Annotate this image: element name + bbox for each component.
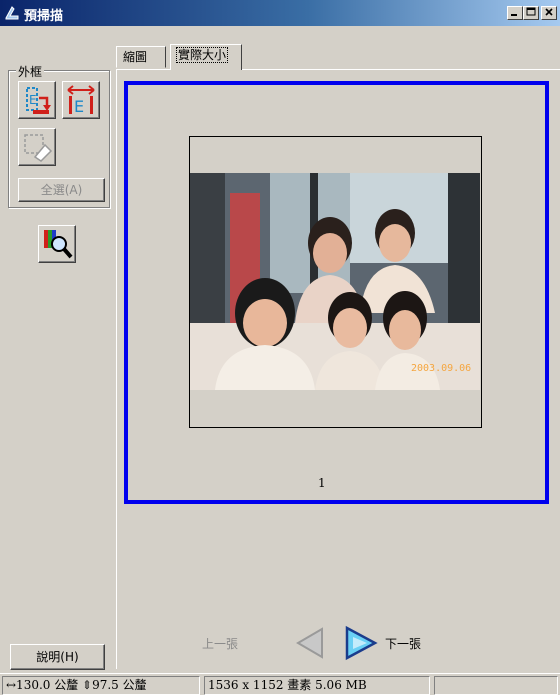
photo-image	[190, 173, 480, 390]
help-button-label: 說明(H)	[36, 650, 79, 664]
minimize-icon	[511, 14, 517, 16]
page-number: 1	[318, 476, 326, 490]
help-button[interactable]: 說明(H)	[10, 644, 105, 670]
prev-arrow-icon[interactable]	[292, 625, 328, 661]
minimize-button[interactable]	[507, 6, 523, 20]
tab-actual-size[interactable]: 實際大小	[170, 44, 242, 70]
status-resolution: 1536 x 1152 畫素 5.06 MB	[204, 676, 430, 695]
erase-marquee-icon	[24, 134, 53, 162]
photo-date-stamp: 2003.09.06	[411, 363, 472, 374]
marquee-expand-button[interactable]: E	[62, 81, 100, 119]
close-icon	[545, 8, 553, 16]
status-extra	[434, 676, 558, 695]
select-all-button[interactable]: 全選(A)	[18, 178, 105, 202]
scanner-app-icon	[5, 6, 19, 20]
maximize-icon	[526, 7, 536, 16]
next-image-label[interactable]: 下一張	[385, 635, 421, 652]
close-button[interactable]	[541, 6, 557, 20]
tab-actual-size-label: 實際大小	[175, 47, 229, 63]
svg-text:E: E	[74, 97, 84, 116]
magnifier-icon	[44, 230, 73, 259]
expand-frame-icon: E	[67, 85, 95, 116]
title-bar[interactable]	[0, 0, 560, 26]
delete-marquee-button[interactable]	[18, 128, 56, 166]
svg-text:E: E	[29, 93, 37, 107]
tab-thumbnail[interactable]: 縮圖	[116, 46, 166, 68]
next-arrow-icon[interactable]	[343, 625, 379, 661]
select-all-label: 全選(A)	[40, 183, 83, 197]
marquee-auto-locate-button[interactable]: E	[18, 81, 56, 119]
auto-locate-icon: E	[26, 87, 51, 114]
preview-photo: 2003.09.06	[190, 173, 480, 390]
window-title: 預掃描	[24, 9, 64, 24]
tab-thumbnail-label: 縮圖	[123, 50, 148, 64]
frame-group-label: 外框	[16, 63, 45, 80]
status-dimensions: ↔130.0 公釐 ⇕97.5 公釐	[2, 676, 200, 695]
prev-image-label: 上一張	[202, 637, 239, 651]
maximize-button[interactable]	[523, 6, 539, 20]
zoom-preview-button[interactable]	[38, 225, 76, 263]
